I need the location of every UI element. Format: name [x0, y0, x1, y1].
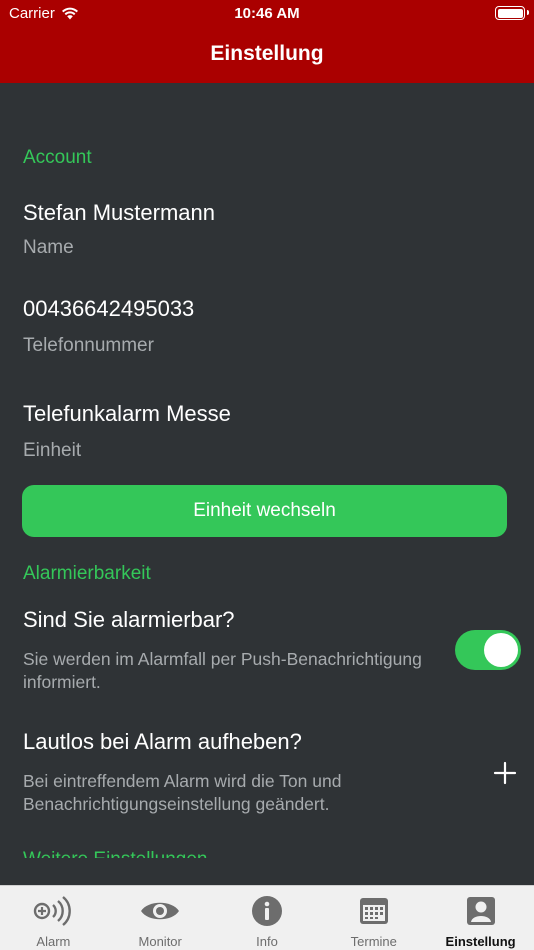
eye-icon [141, 902, 180, 920]
tab-termine-label: Termine [350, 934, 397, 949]
tab-bar: Alarm Monitor Info Termine Einstellung [0, 885, 534, 950]
section-title-more-settings: Weitere Einstellungen [23, 849, 207, 858]
tab-termine[interactable]: Termine [320, 886, 427, 950]
calendar-icon [359, 898, 388, 924]
name-value: Stefan Mustermann [23, 200, 215, 225]
phone-value: 00436642495033 [23, 296, 195, 321]
change-unit-button[interactable]: Einheit wechseln [22, 485, 507, 537]
section-title-account: Account [23, 147, 92, 168]
unit-label: Einheit [23, 440, 82, 461]
tab-monitor[interactable]: Monitor [107, 886, 214, 950]
phone-label: Telefonnummer [23, 335, 154, 356]
alarmable-description: Sie werden im Alarmfall per Push-Benachr… [23, 649, 422, 692]
status-bar: Carrier 10:46 AM [0, 0, 534, 28]
tab-info-label: Info [256, 934, 278, 949]
person-icon [466, 897, 495, 925]
status-time: 10:46 AM [234, 5, 300, 22]
toggle-knob [484, 633, 518, 667]
tab-alarm[interactable]: Alarm [0, 886, 107, 950]
section-title-alarmability: Alarmierbarkeit [23, 563, 151, 584]
alarm-broadcast-icon [34, 896, 72, 926]
silent-description: Bei eintreffendem Alarm wird die Ton und… [23, 771, 342, 814]
name-label: Name [23, 237, 74, 258]
alarmable-toggle[interactable] [455, 630, 521, 670]
battery-icon [495, 6, 529, 20]
silent-title: Lautlos bei Alarm aufheben? [23, 729, 302, 754]
plus-icon[interactable] [490, 758, 520, 788]
tab-einstellung[interactable]: Einstellung [427, 886, 534, 950]
info-icon [251, 896, 282, 926]
tab-alarm-label: Alarm [36, 934, 71, 949]
tab-einstellung-label: Einstellung [445, 934, 516, 949]
settings-content[interactable]: Account Stefan Mustermann Name 004366424… [0, 83, 534, 858]
alarmable-title: Sind Sie alarmierbar? [23, 607, 235, 632]
tab-monitor-label: Monitor [138, 934, 182, 949]
tab-info[interactable]: Info [214, 886, 321, 950]
page-title: Einstellung [210, 42, 324, 65]
unit-value: Telefunkalarm Messe [23, 401, 231, 426]
navigation-bar: Einstellung [0, 28, 534, 83]
